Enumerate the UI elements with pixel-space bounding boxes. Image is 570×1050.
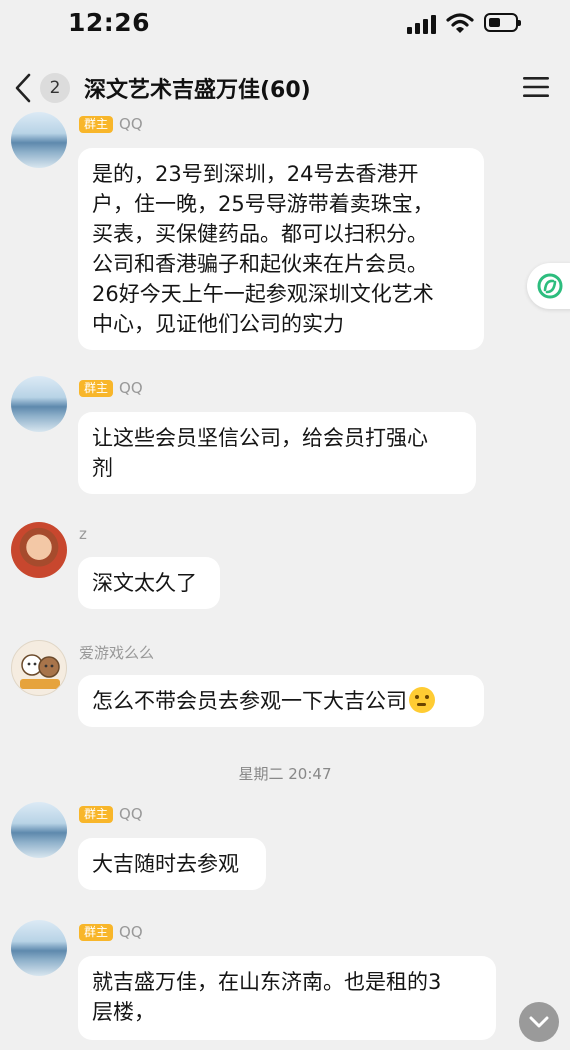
message-meta: 群主 QQ <box>79 804 143 824</box>
message-line: 买表，买保健药品。都可以扫积分。 <box>92 222 428 246</box>
unread-count-badge[interactable]: 2 <box>40 73 70 103</box>
shortcut-widget-icon <box>537 273 563 299</box>
message-line: 深文太久了 <box>92 571 197 595</box>
message-meta: 群主 QQ <box>79 378 143 398</box>
sender-name: QQ <box>119 923 143 941</box>
message-line: 中心，见证他们公司的实力 <box>92 312 344 336</box>
message-bubble[interactable]: 是的，23号到深圳，24号去香港开 户，住一晚，25号导游带着卖珠宝， 买表，买… <box>78 148 484 350</box>
floating-shortcut[interactable] <box>527 263 570 309</box>
group-owner-badge: 群主 <box>79 805 114 823</box>
avatar[interactable] <box>11 920 67 976</box>
back-chevron-icon[interactable] <box>12 72 36 104</box>
message-bubble[interactable]: 深文太久了 <box>78 557 220 609</box>
message-bubble[interactable]: 就吉盛万佳，在山东济南。也是租的3 层楼， <box>78 956 496 1040</box>
chat-header: 2 深文艺术吉盛万佳(60) <box>0 60 570 116</box>
sender-name: z <box>79 525 87 543</box>
message-meta: 爱游戏么么 <box>79 642 154 662</box>
scroll-down-icon <box>529 1016 549 1028</box>
message-line: 怎么不带会员去参观一下大吉公司 <box>92 689 407 713</box>
signal-icon <box>407 14 437 34</box>
message-meta: 群主 QQ <box>79 922 143 942</box>
cartoon-bear-icon <box>20 654 60 689</box>
message-meta: z <box>79 524 87 544</box>
avatar[interactable] <box>11 640 67 696</box>
message-line: 大吉随时去参观 <box>92 852 239 876</box>
message-bubble[interactable]: 让这些会员坚信公司，给会员打强心 剂 <box>78 412 476 494</box>
timestamp-divider: 星期二 20:47 <box>238 765 332 783</box>
wifi-icon <box>446 13 474 33</box>
sender-name: QQ <box>119 805 143 823</box>
message-line: 就吉盛万佳，在山东济南。也是租的3 <box>92 970 442 994</box>
status-time: 12:26 <box>68 8 151 37</box>
message-line: 公司和香港骗子和起伙来在片会员。 <box>92 252 428 276</box>
message-line: 户，住一晚，25号导游带着卖珠宝， <box>92 192 434 216</box>
message-meta: 群主 QQ <box>79 114 143 134</box>
message-line: 让这些会员坚信公司，给会员打强心 <box>92 426 428 450</box>
menu-icon[interactable] <box>523 76 549 98</box>
group-owner-badge: 群主 <box>79 115 114 133</box>
avatar[interactable] <box>11 802 67 858</box>
sender-name: QQ <box>119 379 143 397</box>
message-line: 剂 <box>92 456 113 480</box>
message-line: 层楼， <box>92 1000 155 1024</box>
message-bubble[interactable]: 大吉随时去参观 <box>78 838 266 890</box>
avatar[interactable] <box>11 376 67 432</box>
battery-icon <box>484 13 521 32</box>
message-bubble[interactable]: 怎么不带会员去参观一下大吉公司 <box>78 675 484 727</box>
thinking-emoji-icon <box>409 687 435 713</box>
group-owner-badge: 群主 <box>79 923 114 941</box>
sender-name: 爱游戏么么 <box>79 643 155 662</box>
message-line: 26好今天上午一起参观深圳文化艺术 <box>92 282 434 306</box>
status-bar: 12:26 <box>0 0 570 52</box>
avatar[interactable] <box>11 112 67 168</box>
avatar[interactable] <box>11 522 67 578</box>
scroll-to-bottom-button[interactable] <box>519 1002 559 1042</box>
message-line: 是的，23号到深圳，24号去香港开 <box>92 162 419 186</box>
chat-title: 深文艺术吉盛万佳(60) <box>84 78 311 103</box>
sender-name: QQ <box>119 115 143 133</box>
group-owner-badge: 群主 <box>79 379 114 397</box>
